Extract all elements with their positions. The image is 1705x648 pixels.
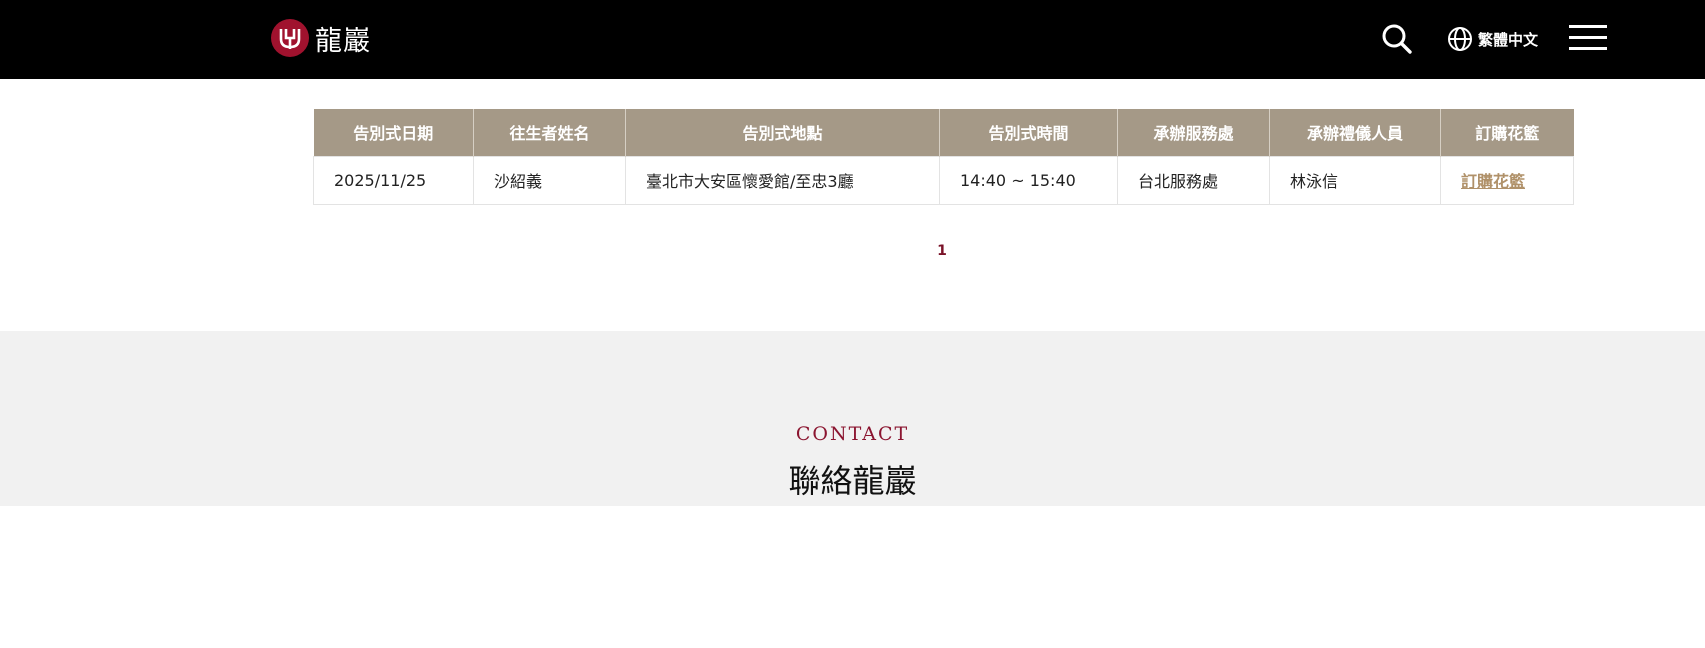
globe-icon — [1448, 27, 1472, 51]
cell-date: 2025/11/25 — [313, 155, 474, 205]
funeral-schedule-table: 告別式日期 往生者姓名 告別式地點 告別式時間 承辦服務處 承辦禮儀人員 訂購花… — [313, 109, 1574, 205]
logo-text: 龍巖 — [315, 25, 371, 57]
cell-name: 沙紹義 — [473, 155, 626, 205]
header-location: 告別式地點 — [625, 109, 940, 156]
table-header-row: 告別式日期 往生者姓名 告別式地點 告別式時間 承辦服務處 承辦禮儀人員 訂購花… — [313, 109, 1574, 156]
header-name: 往生者姓名 — [473, 109, 626, 156]
cell-order: 訂購花籃 — [1440, 155, 1574, 205]
language-selector[interactable]: 繁體中文 — [1447, 24, 1538, 54]
cell-staff: 林泳信 — [1269, 155, 1441, 205]
contact-subtitle: CONTACT — [795, 423, 910, 445]
pagination-page-1[interactable]: 1 — [931, 243, 953, 259]
search-button[interactable] — [1381, 23, 1415, 55]
header-office: 承辦服務處 — [1117, 109, 1270, 156]
header-date: 告別式日期 — [313, 109, 474, 156]
contact-title: 聯絡龍巖 — [788, 462, 917, 500]
header-staff: 承辦禮儀人員 — [1269, 109, 1441, 156]
search-icon — [1382, 24, 1412, 54]
logo-emblem-icon — [271, 19, 309, 57]
contact-section: CONTACT 聯絡龍巖 — [0, 331, 1705, 506]
header-order: 訂購花籃 — [1440, 109, 1574, 156]
cell-office: 台北服務處 — [1117, 155, 1270, 205]
cell-time: 14:40 ~ 15:40 — [939, 155, 1118, 205]
order-flower-basket-link[interactable]: 訂購花籃 — [1461, 172, 1525, 191]
table-row: 2025/11/25 沙紹義 臺北市大安區懷愛館/至忠3廳 14:40 ~ 15… — [313, 155, 1574, 205]
site-logo[interactable]: 龍巖 — [271, 18, 371, 58]
hamburger-menu-icon — [1569, 25, 1607, 28]
language-label: 繁體中文 — [1478, 30, 1539, 49]
cell-location: 臺北市大安區懷愛館/至忠3廳 — [625, 155, 940, 205]
site-header: 龍巖 繁體中文 — [0, 0, 1705, 79]
hamburger-menu-button[interactable] — [1569, 25, 1607, 52]
header-time: 告別式時間 — [939, 109, 1118, 156]
